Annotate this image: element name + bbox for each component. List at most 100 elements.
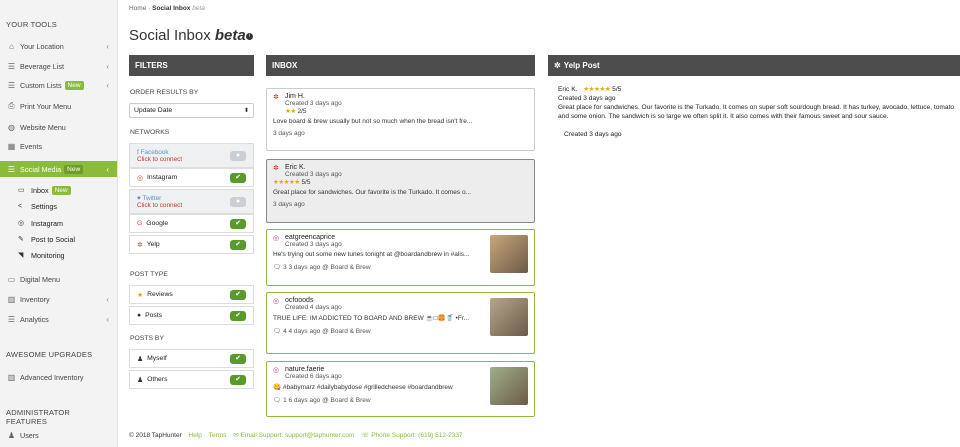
chevron-left-icon[interactable]: ‹ <box>106 42 109 51</box>
toggle-on-check-icon[interactable]: ✔ <box>230 289 246 300</box>
chevron-left-icon[interactable]: ‹ <box>106 315 109 324</box>
yelp-icon: ✲ <box>137 241 143 249</box>
networks-label: NETWORKS <box>130 129 170 136</box>
sidebar-item-users[interactable]: ♟ Users <box>0 427 117 443</box>
sidebar-item-inventory[interactable]: ▥ Inventory ‹ <box>0 291 117 307</box>
sidebar-item-beverage-list[interactable]: ☰ Beverage List ‹ <box>0 58 117 74</box>
sidebar-item-custom-lists[interactable]: ☰ Custom Lists New ‹ <box>0 77 117 93</box>
sidebar-item-label: Inbox <box>31 185 49 195</box>
inbox-card[interactable]: ✲ Jim H. Created 3 days ago ★★ 2/5 Love boar… <box>266 88 535 151</box>
sidebar-item-print-your-menu[interactable]: ⎙ Print Your Menu <box>0 98 117 114</box>
sidebar-subitem-post-to-social[interactable]: ✎ Post to Social <box>0 231 117 247</box>
sidebar-item-digital-menu[interactable]: ▭ Digital Menu <box>0 271 117 287</box>
card-timestamp: 4 days ago @ Board & Brew <box>288 328 371 335</box>
sidebar-item-analytics[interactable]: ☰ Analytics ‹ <box>0 311 117 327</box>
inbox-panel: INBOX ✲ Jim H. Created 3 days ago ★★ 2/5 Lov… <box>266 55 535 447</box>
post-thumbnail[interactable] <box>490 298 528 336</box>
filter-instagram[interactable]: ◎ Instagram ✔ <box>129 168 254 187</box>
toggle-on-check-icon[interactable]: ✔ <box>230 353 246 364</box>
post-thumbnail[interactable] <box>490 235 528 273</box>
sidebar-item-your-location[interactable]: ⌂ Your Location ‹ <box>0 38 117 54</box>
filter-myself[interactable]: ♟ Myself ✔ <box>129 349 254 368</box>
new-badge: New <box>64 164 84 174</box>
page-title-beta: beta <box>214 27 246 44</box>
network-name: f Facebook <box>137 149 169 156</box>
yelp-post-title: Yelp Post <box>563 61 600 70</box>
sidebar-item-label: Instagram <box>31 218 63 228</box>
sidebar-item-label: Beverage List <box>20 61 64 71</box>
sidebar-item-label: Advanced Inventory <box>20 372 84 382</box>
filter-yelp[interactable]: ✲ Yelp ✔ <box>129 235 254 254</box>
filter-label: Yelp <box>146 241 160 248</box>
instagram-icon: ◎ <box>273 235 280 242</box>
filter-twitter[interactable]: ♥ Twitter Click to connect ● <box>129 189 254 214</box>
card-footer: 3 days ago <box>273 201 528 208</box>
email-support-link[interactable]: ✉ Email Support: support@taphunter.com <box>233 432 354 439</box>
sidebar-subitem-settings[interactable]: < Settings <box>0 198 117 214</box>
list-icon: ☰ <box>7 314 16 324</box>
comment-count: 1 <box>281 397 289 404</box>
toggle-on-check-icon[interactable]: ✔ <box>230 218 246 229</box>
sidebar-subitem-monitoring[interactable]: ◥ Monitoring <box>0 247 117 263</box>
card-timestamp: 6 days ago @ Board & Brew <box>288 397 371 404</box>
breadcrumb-separator: · <box>148 5 151 12</box>
instagram-icon: ◎ <box>273 367 280 374</box>
card-body: Great place for sandwiches. Our favorite… <box>273 189 471 196</box>
inbox-card[interactable]: ◎ eatgreencaprice Created 3 days ago He's t… <box>266 229 535 286</box>
breadcrumb: Home · Social Inbox beta <box>129 5 205 12</box>
user-icon: ♟ <box>137 355 144 363</box>
toggle-on-check-icon[interactable]: ✔ <box>230 172 246 183</box>
filter-google[interactable]: G Google ✔ <box>129 214 254 233</box>
chevron-left-icon[interactable]: ‹ <box>106 62 109 71</box>
phone-support-link[interactable]: ☏ Phone Support: (619) 512-2337 <box>361 432 462 439</box>
sidebar-item-label: Your Location <box>20 41 64 51</box>
sidebar-subitem-inbox[interactable]: ▭ Inbox New <box>0 182 117 198</box>
home-icon: ⌂ <box>9 41 14 51</box>
sidebar-item-social-media[interactable]: ☰ Social Media New ‹ <box>0 161 117 177</box>
card-author: ✲ Eric K. Created 3 days ago <box>273 164 528 178</box>
card-created: Created 3 days ago <box>285 100 342 107</box>
filter-posts[interactable]: ● Posts ✔ <box>129 306 254 325</box>
chevron-left-icon[interactable]: ‹ <box>106 295 109 304</box>
sidebar-item-label: Website Menu <box>20 122 66 132</box>
toggle-off-icon[interactable]: ● <box>230 150 246 161</box>
list-icon: ☰ <box>7 61 16 71</box>
inbox-card[interactable]: ◎ nature.faerie Created 6 days ago 😋 #babym… <box>266 361 535 417</box>
share-icon: < <box>18 202 23 210</box>
chevron-left-icon[interactable]: ‹ <box>106 165 109 174</box>
breadcrumb-home[interactable]: Home <box>129 5 146 12</box>
rating-stars: ★★★★★ <box>273 179 300 186</box>
terms-link[interactable]: Terms <box>209 432 227 439</box>
connect-link[interactable]: Click to connect <box>137 202 182 209</box>
comment-count: 3 <box>281 264 289 271</box>
comment-count: 4 <box>281 328 289 335</box>
rating-stars: ★★ <box>285 108 296 115</box>
help-link[interactable]: Help <box>189 432 202 439</box>
toggle-on-check-icon[interactable]: ✔ <box>230 310 246 321</box>
chevron-left-icon[interactable]: ‹ <box>106 81 109 90</box>
toggle-off-icon[interactable]: ● <box>230 196 246 207</box>
inbox-card[interactable]: ◎ ocfooods Created 4 days ago TRUE LIFE: IM… <box>266 292 535 354</box>
sidebar-item-website-menu[interactable]: ◍ Website Menu <box>0 119 117 135</box>
card-body: TRUE LIFE: IM ADDICTED TO BOARD AND BREW… <box>273 315 470 322</box>
toggle-on-check-icon[interactable]: ✔ <box>230 374 246 385</box>
filter-facebook[interactable]: f Facebook Click to connect ● <box>129 143 254 168</box>
filter-reviews[interactable]: ★ Reviews ✔ <box>129 285 254 304</box>
list-icon: ☰ <box>7 80 16 90</box>
card-author-name: Jim H. <box>285 93 305 100</box>
filter-others[interactable]: ♟ Others ✔ <box>129 370 254 389</box>
toggle-on-check-icon[interactable]: ✔ <box>230 239 246 250</box>
info-icon[interactable]: i <box>245 32 253 40</box>
card-body: He's trying out some new tunes tonight a… <box>273 251 470 258</box>
sidebar-item-label: Inventory <box>20 294 50 304</box>
section-awesome-upgrades: AWESOME UPGRADES <box>6 350 93 359</box>
connect-link[interactable]: Click to connect <box>137 156 182 163</box>
order-select[interactable]: Update Date ⬍ <box>129 103 254 118</box>
post-thumbnail[interactable] <box>490 367 528 405</box>
sidebar-subitem-instagram[interactable]: ◎ Instagram <box>0 215 117 231</box>
inbox-card[interactable]: ✲ Eric K. Created 3 days ago ★★★★★ 5/5 Great… <box>266 159 535 223</box>
yelp-rating: 5/5 <box>612 86 622 93</box>
sidebar-item-events[interactable]: ▦ Events <box>0 138 117 154</box>
yelp-post-body: Eric K. ★★★★★ 5/5 Created 3 days ago Gre… <box>558 85 958 139</box>
sidebar-item-advanced-inventory[interactable]: ▥ Advanced Inventory <box>0 369 117 385</box>
